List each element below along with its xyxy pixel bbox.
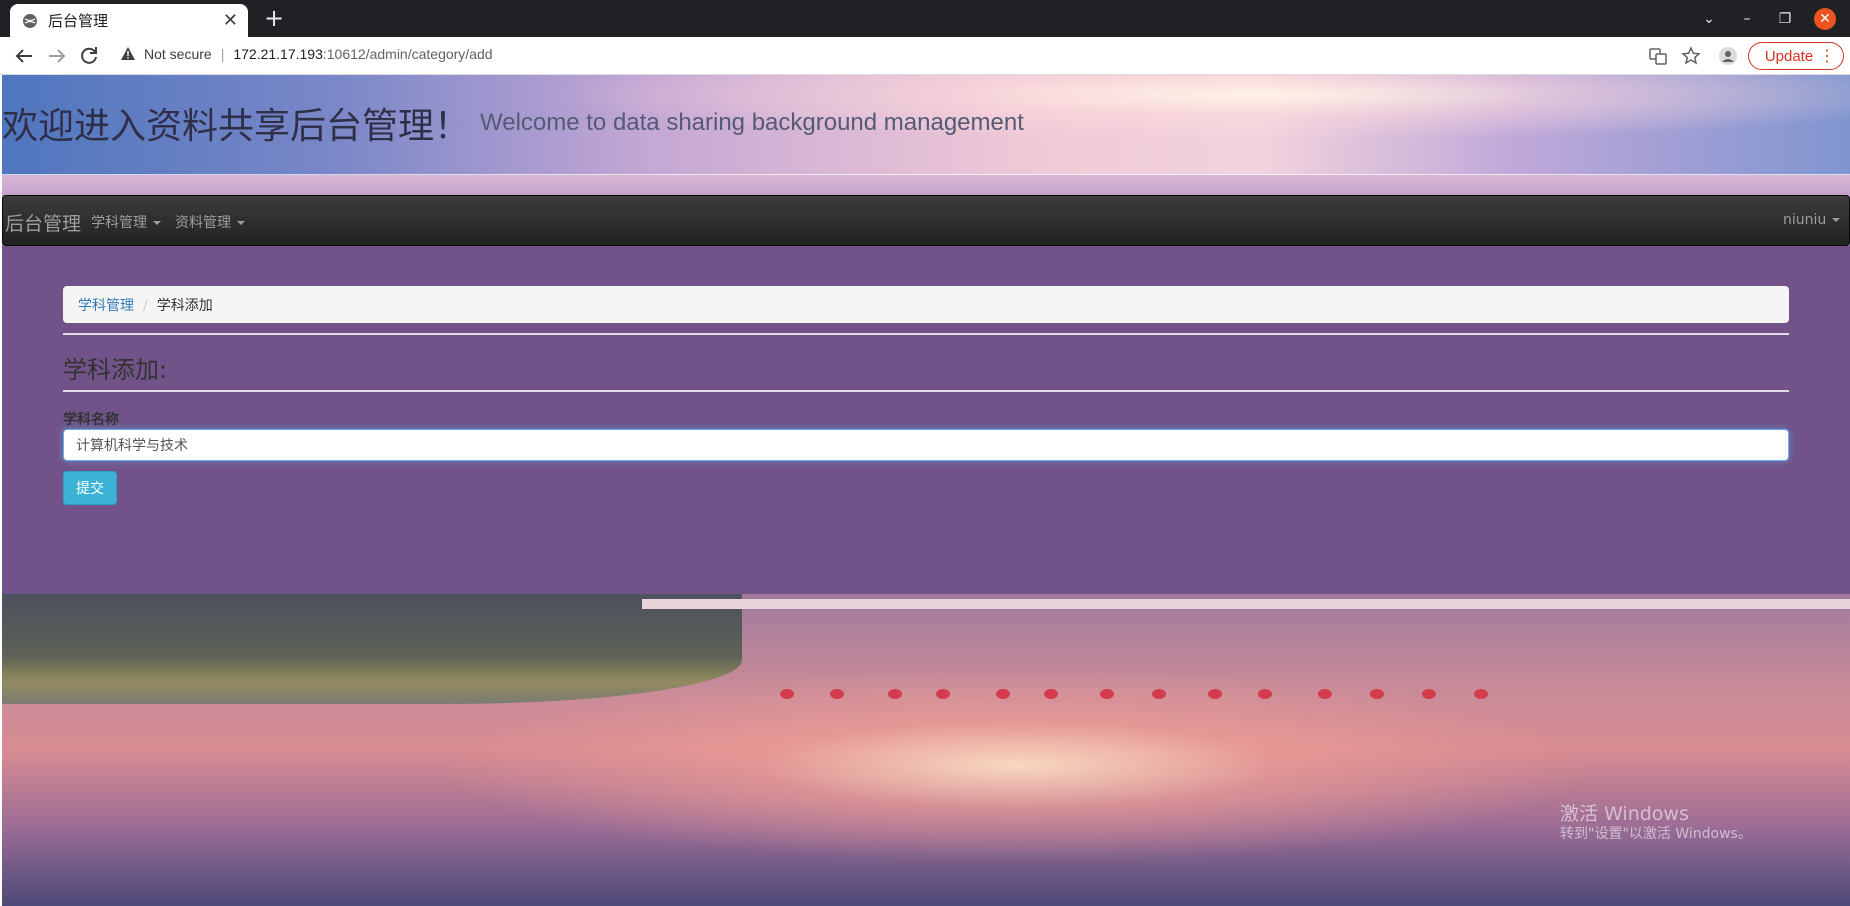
background-bridge bbox=[642, 599, 1850, 609]
buoy bbox=[1258, 689, 1272, 699]
content-panel: 学科管理 / 学科添加 学科添加: 学科名称 提交 bbox=[2, 246, 1850, 594]
page-subtitle: Welcome to data sharing background manag… bbox=[480, 109, 1024, 136]
buoy bbox=[780, 689, 794, 699]
reload-icon[interactable] bbox=[77, 44, 101, 68]
buoy bbox=[830, 689, 844, 699]
bookmark-star-icon[interactable] bbox=[1681, 46, 1701, 66]
close-window-icon[interactable]: ✕ bbox=[1814, 8, 1836, 30]
minimize-icon[interactable]: – bbox=[1736, 8, 1758, 30]
browser-toolbar: Not secure | 172.21.17.193:10612/admin/c… bbox=[0, 37, 1850, 75]
back-icon[interactable] bbox=[12, 44, 36, 68]
more-menu-icon[interactable]: ⋮ bbox=[1819, 46, 1835, 66]
tab-strip: 后台管理 ✕ + ⌄ – ❐ ✕ bbox=[0, 0, 1850, 37]
update-button[interactable]: Update ⋮ bbox=[1748, 42, 1844, 70]
divider bbox=[63, 333, 1789, 335]
buoy bbox=[1044, 689, 1058, 699]
close-tab-icon[interactable]: ✕ bbox=[223, 10, 238, 31]
caret-down-icon bbox=[237, 221, 245, 225]
buoy bbox=[888, 689, 902, 699]
submit-button[interactable]: 提交 bbox=[63, 471, 117, 505]
background-scene: 激活 Windows 转到"设置"以激活 Windows。 bbox=[2, 594, 1850, 906]
tab-search-icon[interactable]: ⌄ bbox=[1698, 8, 1720, 30]
buoy bbox=[1318, 689, 1332, 699]
caret-down-icon bbox=[1832, 218, 1841, 222]
buoy bbox=[1474, 689, 1488, 699]
new-tab-button[interactable]: + bbox=[262, 6, 286, 30]
subject-name-label: 学科名称 bbox=[63, 412, 119, 428]
buoy bbox=[936, 689, 950, 699]
user-menu[interactable]: niuniu bbox=[1783, 212, 1841, 228]
security-label: Not secure bbox=[144, 46, 212, 62]
menu-subject-management[interactable]: 学科管理 bbox=[91, 212, 161, 232]
page-header: 欢迎进入资料共享后台管理！ Welcome to data sharing ba… bbox=[2, 75, 1850, 175]
breadcrumb-current: 学科添加 bbox=[156, 298, 213, 314]
restore-icon[interactable]: ❐ bbox=[1774, 8, 1796, 30]
address-bar[interactable]: Not secure | 172.21.17.193:10612/admin/c… bbox=[120, 46, 493, 62]
browser-tab[interactable]: 后台管理 ✕ bbox=[10, 4, 248, 37]
profile-icon[interactable] bbox=[1718, 46, 1738, 66]
activation-watermark-title: 激活 Windows bbox=[1560, 803, 1689, 825]
url-text: 172.21.17.193:10612/admin/category/add bbox=[233, 46, 493, 62]
page-title: 欢迎进入资料共享后台管理！ bbox=[2, 106, 471, 147]
breadcrumb-link-subject[interactable]: 学科管理 bbox=[78, 298, 134, 314]
form-title: 学科添加: bbox=[63, 356, 168, 384]
menu-material-management[interactable]: 资料管理 bbox=[175, 212, 245, 232]
buoy bbox=[996, 689, 1010, 699]
header-divider bbox=[2, 174, 1850, 175]
activation-watermark-text: 转到"设置"以激活 Windows。 bbox=[1560, 826, 1752, 842]
globe-icon bbox=[23, 13, 37, 28]
buoy bbox=[1100, 689, 1114, 699]
buoy bbox=[1208, 689, 1222, 699]
buoy bbox=[1152, 689, 1166, 699]
top-navbar: 后台管理 学科管理 资料管理 niuniu bbox=[2, 195, 1850, 246]
background-trees bbox=[2, 594, 742, 704]
translate-icon[interactable] bbox=[1648, 46, 1668, 66]
navbar-brand[interactable]: 后台管理 bbox=[5, 209, 81, 236]
caret-down-icon bbox=[153, 221, 161, 225]
page-viewport: 欢迎进入资料共享后台管理！ Welcome to data sharing ba… bbox=[2, 75, 1850, 906]
buoy bbox=[1370, 689, 1384, 699]
divider bbox=[63, 390, 1789, 392]
buoy bbox=[1422, 689, 1436, 699]
subject-name-input[interactable] bbox=[63, 429, 1789, 461]
warning-icon bbox=[121, 47, 135, 60]
tab-title: 后台管理 bbox=[48, 12, 109, 30]
forward-icon[interactable] bbox=[45, 44, 69, 68]
breadcrumb-separator: / bbox=[143, 298, 148, 314]
breadcrumb: 学科管理 / 学科添加 bbox=[63, 286, 1789, 323]
